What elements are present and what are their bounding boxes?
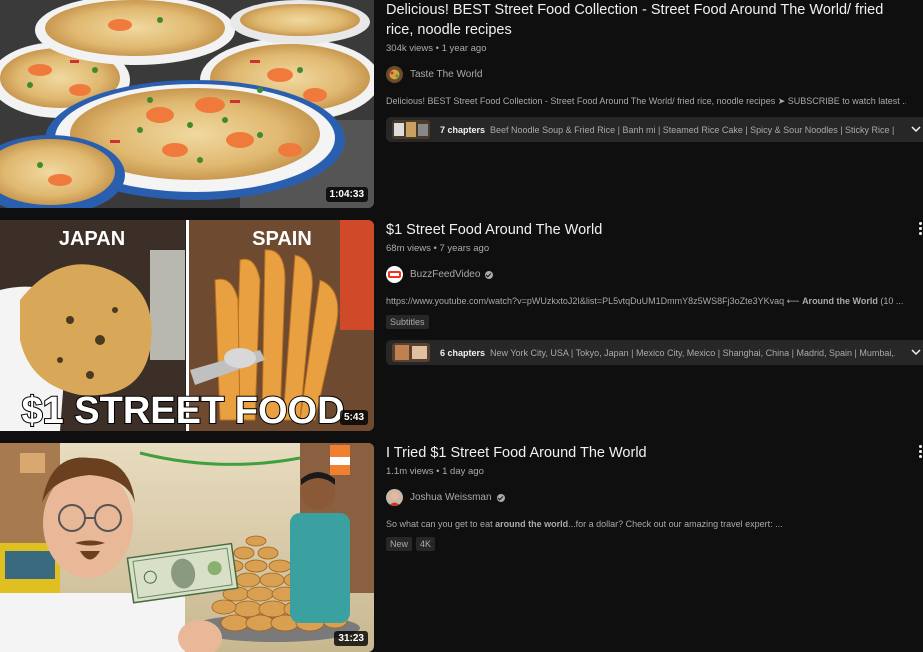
chapter-thumbnail: [392, 120, 430, 139]
video-duration: 5:43: [339, 410, 368, 425]
video-meta: 304k views • 1 year ago: [386, 43, 487, 54]
dollar-street-food-thumbnail-image: [0, 443, 374, 652]
badge-row: Subtitles: [386, 315, 923, 329]
chapters-count: 6 chapters: [440, 347, 486, 358]
description-text-end: ...for a dollar? Check out our amazing t…: [568, 519, 783, 529]
upload-age: 1 year ago: [441, 43, 487, 54]
video-result[interactable]: JAPAN SPAIN $1 STREET FOOD 5:43 $1 Stree…: [0, 220, 923, 431]
video-thumbnail[interactable]: 1:04:33: [0, 0, 374, 208]
verified-icon: [485, 270, 494, 279]
video-result[interactable]: 31:23 I Tried $1 Street Food Around The …: [0, 443, 923, 652]
chapters-bar[interactable]: 6 chapters New York City, USA | Tokyo, J…: [386, 340, 923, 365]
video-title[interactable]: I Tried $1 Street Food Around The World: [386, 443, 896, 463]
video-meta: 1.1m views • 1 day ago: [386, 466, 484, 477]
chapters-list: Beef Noodle Soup & Fried Rice | Banh mi …: [490, 124, 896, 135]
verified-icon: [496, 493, 505, 502]
view-count: 68m views: [386, 243, 431, 254]
chapter-thumbnail: [392, 343, 430, 362]
video-meta: 68m views • 7 years ago: [386, 243, 490, 254]
badge-new: New: [386, 537, 413, 551]
video-result[interactable]: 1:04:33 Delicious! BEST Street Food Coll…: [0, 0, 923, 208]
channel-avatar: [386, 266, 403, 283]
upload-age: 1 day ago: [442, 466, 484, 477]
description-highlight: Around the World: [802, 296, 878, 306]
view-count: 304k views: [386, 43, 433, 54]
video-title[interactable]: $1 Street Food Around The World: [386, 220, 896, 240]
channel-link[interactable]: BuzzFeedVideo: [386, 266, 923, 283]
video-duration: 31:23: [334, 631, 368, 646]
chapters-bar[interactable]: 7 chapters Beef Noodle Soup & Fried Rice…: [386, 117, 923, 142]
video-thumbnail[interactable]: JAPAN SPAIN $1 STREET FOOD 5:43: [0, 220, 374, 431]
chapters-count: 7 chapters: [440, 124, 486, 135]
description-text-end: (10 ...: [877, 296, 904, 306]
street-food-thumbnail-image: JAPAN SPAIN $1 STREET FOOD: [0, 220, 374, 431]
thumb-big-text: $1 STREET FOOD: [21, 390, 344, 431]
view-count: 1.1m views: [386, 466, 434, 477]
thumb-label-spain: SPAIN: [252, 228, 312, 250]
badge-row: New 4K: [386, 537, 923, 551]
channel-link[interactable]: Joshua Weissman: [386, 489, 923, 506]
description-text: https://www.youtube.com/watch?v=pWUzkxto…: [386, 296, 803, 306]
upload-age: 7 years ago: [439, 243, 490, 254]
video-thumbnail[interactable]: 31:23: [0, 443, 374, 652]
chevron-down-icon[interactable]: [911, 347, 921, 357]
video-info: $1 Street Food Around The World 68m view…: [386, 220, 923, 431]
more-options-icon[interactable]: [917, 221, 923, 237]
video-info: I Tried $1 Street Food Around The World …: [386, 443, 923, 652]
description-highlight: around the world: [495, 519, 569, 529]
fried-rice-thumbnail-image: [0, 0, 374, 208]
channel-name: Taste The World: [410, 69, 483, 80]
badge-subtitles: Subtitles: [386, 315, 429, 329]
channel-name: Joshua Weissman: [410, 492, 492, 503]
description-text: So what can you get to eat: [386, 519, 496, 529]
channel-avatar: [386, 66, 403, 83]
more-options-icon[interactable]: [917, 444, 923, 460]
chapters-list: New York City, USA | Tokyo, Japan | Mexi…: [490, 347, 896, 358]
video-description: https://www.youtube.com/watch?v=pWUzkxto…: [386, 296, 906, 307]
thumb-label-japan: JAPAN: [59, 228, 125, 250]
video-description: So what can you get to eat around the wo…: [386, 519, 906, 529]
channel-avatar: [386, 489, 403, 506]
video-title[interactable]: Delicious! BEST Street Food Collection -…: [386, 0, 896, 40]
video-description: Delicious! BEST Street Food Collection -…: [386, 96, 906, 106]
channel-name: BuzzFeedVideo: [410, 269, 481, 280]
video-info: Delicious! BEST Street Food Collection -…: [386, 0, 923, 208]
video-duration: 1:04:33: [325, 187, 368, 202]
channel-link[interactable]: Taste The World: [386, 66, 923, 83]
badge-4k: 4K: [416, 537, 436, 551]
chevron-down-icon[interactable]: [911, 124, 921, 134]
